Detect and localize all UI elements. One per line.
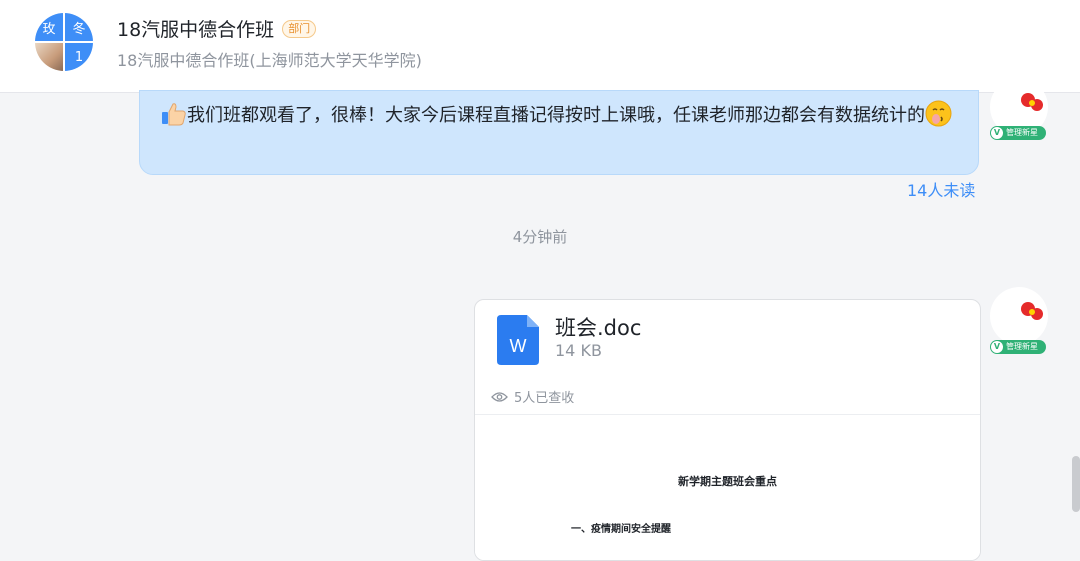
message-bubble[interactable]: 我们班都观看了，很棒！大家今后课程直播记得按时上课哦，任课老师那边都会有数据统计…: [139, 90, 979, 175]
admin-badge-label: 管理新星: [1006, 128, 1038, 137]
avatar-cell: 玫: [35, 13, 63, 41]
eye-icon: [491, 391, 508, 402]
unread-count-link[interactable]: 14人未读: [907, 177, 975, 201]
avatar-cell: 1: [65, 43, 93, 71]
message-text: 我们班都观看了，很棒！大家今后课程直播记得按时上课哦，任课老师那边都会有数据统计…: [187, 105, 925, 126]
message-text-container: 我们班都观看了，很棒！大家今后课程直播记得按时上课哦，任课老师那边都会有数据统计…: [160, 99, 965, 132]
word-file-icon: W: [497, 315, 539, 365]
sender-avatar[interactable]: [990, 287, 1048, 345]
verified-icon: V: [991, 341, 1003, 353]
file-icon-letter: W: [510, 336, 527, 356]
group-subtitle: 18汽服中德合作班(上海师范大学天华学院): [117, 51, 422, 70]
document-preview[interactable]: 新学期主题班会重点 一、疫情期间安全提醒: [475, 414, 980, 560]
receipt-label: 5人已查收: [514, 391, 575, 406]
file-name[interactable]: 班会.doc: [555, 312, 641, 342]
thumbs-up-icon: [160, 100, 187, 127]
file-message-card[interactable]: W 班会.doc 14 KB 5人已查收 新学期主题班会重点 一、疫情期间安全提…: [474, 299, 981, 561]
title-row: 18汽服中德合作班 部门: [117, 15, 317, 42]
scrollbar-thumb[interactable]: [1072, 456, 1080, 512]
preview-title: 新学期主题班会重点: [678, 475, 777, 488]
shushing-face-icon: [925, 100, 952, 127]
avatar-photo: [35, 43, 63, 71]
group-avatar[interactable]: 玫 冬 1: [35, 13, 93, 71]
file-size: 14 KB: [555, 341, 602, 360]
preview-heading: 一、疫情期间安全提醒: [571, 524, 671, 535]
chat-header: 玫 冬 1 18汽服中德合作班 部门 18汽服中德合作班(上海师范大学天华学院): [0, 0, 1080, 93]
receipt-status[interactable]: 5人已查收: [491, 387, 574, 406]
admin-badge: V 管理新星: [990, 126, 1046, 140]
department-tag: 部门: [282, 19, 317, 38]
verified-icon: V: [991, 127, 1003, 139]
avatar-cell: 冬: [65, 13, 93, 41]
admin-badge-label: 管理新星: [1006, 342, 1038, 351]
group-title[interactable]: 18汽服中德合作班: [117, 15, 274, 42]
admin-badge: V 管理新星: [990, 340, 1046, 354]
time-divider: 4分钟前: [512, 228, 568, 246]
